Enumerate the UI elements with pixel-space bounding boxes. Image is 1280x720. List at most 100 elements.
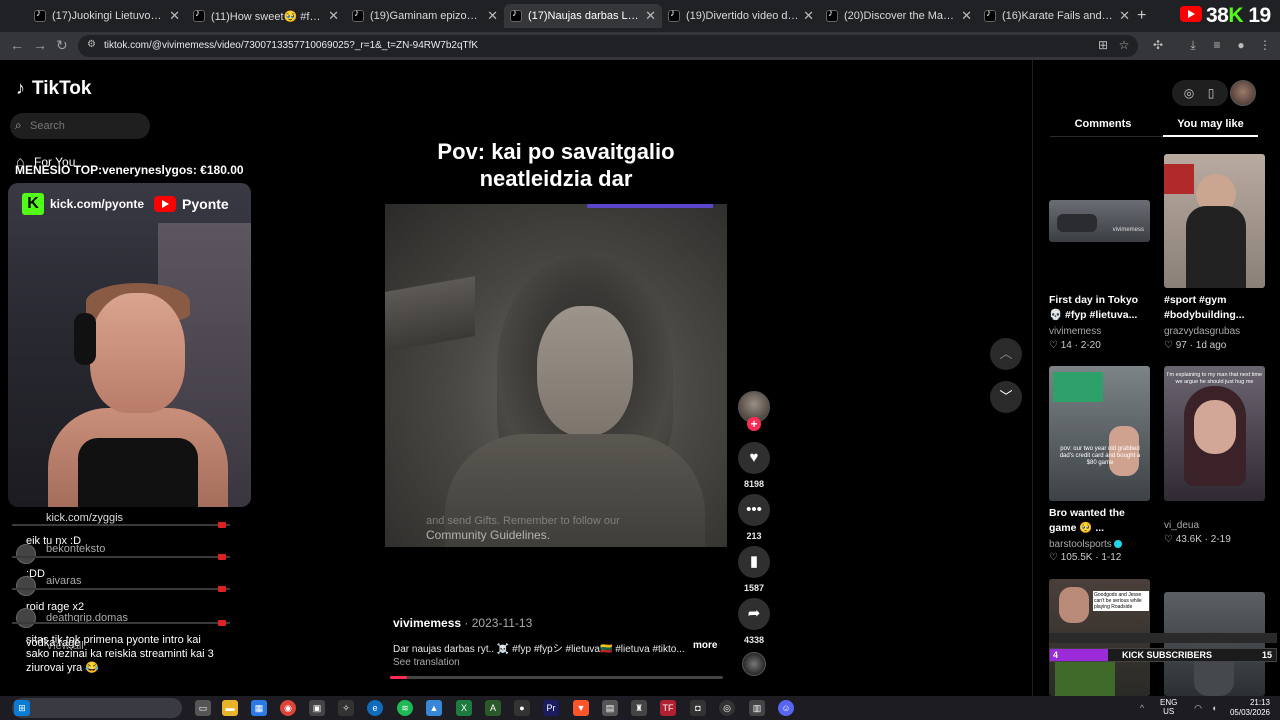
windows-taskbar: ⊞ ▭ ▬ ▦ ◉ ▣ ✧ e ≋ ▲ X A ● Pr ▼ ▤ ♜ TF ◘ … xyxy=(0,696,1280,720)
browser-tab[interactable]: (20)Discover the Magic of Bali ✕ xyxy=(820,4,978,28)
app-icon[interactable]: ✧ xyxy=(338,700,354,716)
card-author[interactable]: vi_deua xyxy=(1164,520,1199,531)
close-tab-icon[interactable]: ✕ xyxy=(487,8,498,24)
photos-icon[interactable]: ▲ xyxy=(426,700,442,716)
app-icon[interactable]: ▤ xyxy=(602,700,618,716)
brave-icon[interactable]: ▼ xyxy=(573,700,589,716)
volume-icon[interactable]: ◖ xyxy=(1206,700,1222,716)
install-app-icon[interactable]: ⊞ xyxy=(1096,38,1110,52)
video-thumbnail[interactable] xyxy=(1164,592,1265,696)
thumb-caption: pov: our two year old grabbed dad's cred… xyxy=(1059,446,1141,466)
video-caption-overlay: Pov: kai po savaitgalio neatleidzia dar xyxy=(437,139,675,191)
file-explorer-icon[interactable]: ▬ xyxy=(222,700,238,716)
close-tab-icon[interactable]: ✕ xyxy=(803,8,814,24)
stream-chat-overlay: kick.com/zyggis bekonteksto eik tu nx :D… xyxy=(12,512,232,692)
browser-tab-title: (17)Naujas darbas Lietuvoje: ka xyxy=(528,10,641,22)
close-tab-icon[interactable]: ✕ xyxy=(961,8,972,24)
obs-icon[interactable]: ◎ xyxy=(719,700,735,716)
edge-icon[interactable]: e xyxy=(367,700,383,716)
chrome-icon[interactable]: ◉ xyxy=(280,700,296,716)
wifi-icon[interactable]: ◠ xyxy=(1190,700,1206,716)
close-tab-icon[interactable]: ✕ xyxy=(1119,8,1130,24)
video-author[interactable]: vivimemess xyxy=(393,616,461,630)
app-icon[interactable]: TF xyxy=(660,700,676,716)
browser-tab[interactable]: (19)Divertido video de risas en ✕ xyxy=(662,4,820,28)
search-input[interactable] xyxy=(30,117,140,135)
site-info-icon[interactable]: ⚙ xyxy=(87,39,96,50)
card-likes: 97 xyxy=(1175,340,1187,351)
premiere-icon[interactable]: Pr xyxy=(543,700,559,716)
save-button[interactable]: ▮ xyxy=(738,546,770,578)
new-tab-button[interactable]: + xyxy=(1137,7,1146,25)
video-thumbnail[interactable]: pov: our two year old grabbed dad's cred… xyxy=(1049,366,1150,501)
mobile-device-icon[interactable]: ▯ xyxy=(1200,82,1222,104)
card-stats: ♡ 43.6K · 2-19 xyxy=(1164,534,1231,545)
card-title[interactable]: First day in Tokyo 💀 #fyp #lietuva... xyxy=(1049,293,1154,323)
close-tab-icon[interactable]: ✕ xyxy=(169,8,180,24)
task-view-icon[interactable]: ▭ xyxy=(195,700,211,716)
follow-plus-icon[interactable]: + xyxy=(747,417,761,431)
app-icon[interactable]: ▣ xyxy=(309,700,325,716)
search-box[interactable]: ⌕ xyxy=(10,113,150,139)
video-player[interactable] xyxy=(385,204,727,547)
forward-arrow-icon[interactable]: → xyxy=(33,37,47,53)
windows-start-icon[interactable]: ⊞ xyxy=(14,700,30,716)
app-icon[interactable]: ● xyxy=(514,700,530,716)
store-icon[interactable]: ▦ xyxy=(251,700,267,716)
address-bar[interactable]: ⚙ tiktok.com/@vivimemess/video/730071335… xyxy=(78,35,1138,57)
tab-comments[interactable]: Comments xyxy=(1050,118,1156,130)
music-disc-icon[interactable] xyxy=(742,652,766,676)
taskbar-search[interactable] xyxy=(12,698,182,718)
app-icon[interactable]: ▥ xyxy=(749,700,765,716)
like-button[interactable]: ♥ xyxy=(738,442,770,474)
card-author[interactable]: grazvydasgrubas xyxy=(1164,326,1240,337)
browser-tab-active[interactable]: (17)Naujas darbas Lietuvoje: ka ✕ xyxy=(504,4,662,28)
share-button[interactable]: ➦ xyxy=(738,598,770,630)
video-progress-fill xyxy=(390,676,407,679)
app-icon[interactable]: ♜ xyxy=(631,700,647,716)
app-icon[interactable]: ◘ xyxy=(690,700,706,716)
card-title[interactable]: #sport #gym #bodybuilding... xyxy=(1164,293,1269,323)
more-button[interactable]: more xyxy=(693,640,717,651)
spotify-icon[interactable]: ≋ xyxy=(397,700,413,716)
menu-kebab-icon[interactable]: ⋮ xyxy=(1258,38,1272,52)
next-video-button[interactable]: ﹀ xyxy=(990,381,1022,413)
media-control-icon[interactable]: ≡ xyxy=(1210,38,1224,52)
close-tab-icon[interactable]: ✕ xyxy=(645,8,656,24)
browser-tab[interactable]: (17)Juokingi Lietuvos TikTok m ✕ xyxy=(28,4,186,28)
app-icon[interactable]: A xyxy=(485,700,501,716)
tray-chevron-icon[interactable]: ^ xyxy=(1134,700,1150,716)
extensions-icon[interactable]: ✣ xyxy=(1151,38,1165,52)
clock-time: 21:13 xyxy=(1249,698,1270,707)
tab-you-may-like[interactable]: You may like xyxy=(1163,118,1258,130)
see-translation-link[interactable]: See translation xyxy=(393,657,460,668)
video-thumbnail[interactable]: vivimemess xyxy=(1049,200,1150,242)
user-avatar[interactable] xyxy=(1230,80,1256,106)
comment-button[interactable]: ••• xyxy=(738,494,770,526)
back-arrow-icon[interactable]: ← xyxy=(10,37,24,53)
video-progress-bar[interactable] xyxy=(390,676,723,679)
bookmark-star-icon[interactable]: ☆ xyxy=(1117,38,1131,52)
close-tab-icon[interactable]: ✕ xyxy=(328,8,339,24)
card-title[interactable]: Bro wanted the game 🥺 ... xyxy=(1049,506,1154,536)
heart-icon: ♥ xyxy=(749,449,759,466)
previous-video-button[interactable]: ︿ xyxy=(990,338,1022,370)
reload-icon[interactable]: ↻ xyxy=(56,37,68,54)
download-icon[interactable]: ⤓ xyxy=(1186,38,1200,52)
card-likes: 43.6K xyxy=(1175,534,1202,545)
tiktok-logo[interactable]: ♪ TikTok xyxy=(16,78,91,100)
profile-icon[interactable]: ● xyxy=(1234,38,1248,52)
discord-icon[interactable]: ☺ xyxy=(778,700,794,716)
browser-tab[interactable]: (19)Gaminam epizodas "Vaflių ✕ xyxy=(346,4,504,28)
language-indicator[interactable]: ENG US xyxy=(1160,698,1177,716)
url-text[interactable]: tiktok.com/@vivimemess/video/73007133577… xyxy=(104,40,478,51)
browser-tab[interactable]: (16)Karate Fails and Reactions ✕ xyxy=(978,4,1136,28)
card-author[interactable]: barstoolsports xyxy=(1049,539,1122,550)
video-thumbnail[interactable] xyxy=(1164,154,1265,288)
compass-icon[interactable]: ◎ xyxy=(1178,82,1200,104)
card-author[interactable]: vivimemess xyxy=(1049,326,1101,337)
browser-tab[interactable]: (11)How sweet🥹 #fall #father ✕ xyxy=(187,4,345,28)
clock[interactable]: 21:13 05/03/2026 xyxy=(1224,698,1270,718)
video-thumbnail[interactable]: I'm explaining to my man that next time … xyxy=(1164,366,1265,501)
excel-icon[interactable]: X xyxy=(456,700,472,716)
